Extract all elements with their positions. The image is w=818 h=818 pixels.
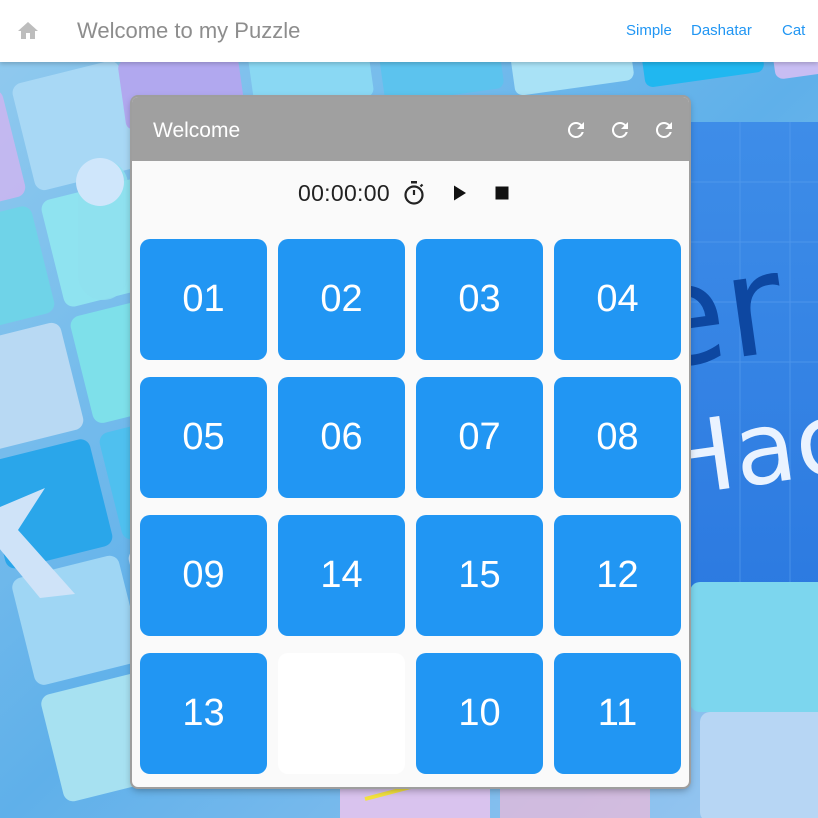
refresh-icon[interactable] [608, 118, 632, 142]
puzzle-tile[interactable]: 15 [416, 515, 543, 636]
puzzle-tile[interactable]: 01 [140, 239, 267, 360]
nav-dashatar-link[interactable]: Dashatar [691, 21, 752, 41]
home-icon [18, 22, 38, 39]
refresh-icon[interactable] [564, 118, 588, 142]
home-button[interactable] [14, 17, 42, 45]
refresh-icon[interactable] [652, 118, 676, 142]
card-title: Welcome [153, 119, 241, 142]
puzzle-tile[interactable]: 10 [416, 653, 543, 774]
puzzle-tile[interactable]: 09 [140, 515, 267, 636]
puzzle-tile[interactable]: 04 [554, 239, 681, 360]
puzzle-tile[interactable]: 02 [278, 239, 405, 360]
puzzle-tile[interactable]: 12 [554, 515, 681, 636]
puzzle-tile[interactable]: 05 [140, 377, 267, 498]
puzzle-tile[interactable]: 08 [554, 377, 681, 498]
app-title: Welcome to my Puzzle [77, 18, 301, 43]
puzzle-tile[interactable]: 14 [278, 515, 405, 636]
timer-row: 00:00:00 [132, 161, 689, 229]
puzzle-tile[interactable]: 11 [554, 653, 681, 774]
play-icon[interactable] [447, 181, 471, 205]
timer-display: 00:00:00 [298, 180, 390, 206]
puzzle-tile[interactable]: 07 [416, 377, 543, 498]
stop-icon[interactable] [490, 181, 514, 205]
card-header: Welcome [132, 97, 689, 161]
puzzle-card: Welcome 00:00:00 01 02 03 04 05 06 07 08 [132, 97, 689, 787]
nav-cat-link[interactable]: Cat [782, 21, 805, 41]
stopwatch-icon [404, 181, 424, 205]
puzzle-tile[interactable]: 13 [140, 653, 267, 774]
puzzle-tile[interactable]: 06 [278, 377, 405, 498]
nav-simple-link[interactable]: Simple [626, 21, 672, 41]
empty-tile-slot [278, 653, 405, 774]
app-bar: Welcome to my Puzzle Simple Dashatar Cat [0, 0, 818, 62]
puzzle-tile[interactable]: 03 [416, 239, 543, 360]
